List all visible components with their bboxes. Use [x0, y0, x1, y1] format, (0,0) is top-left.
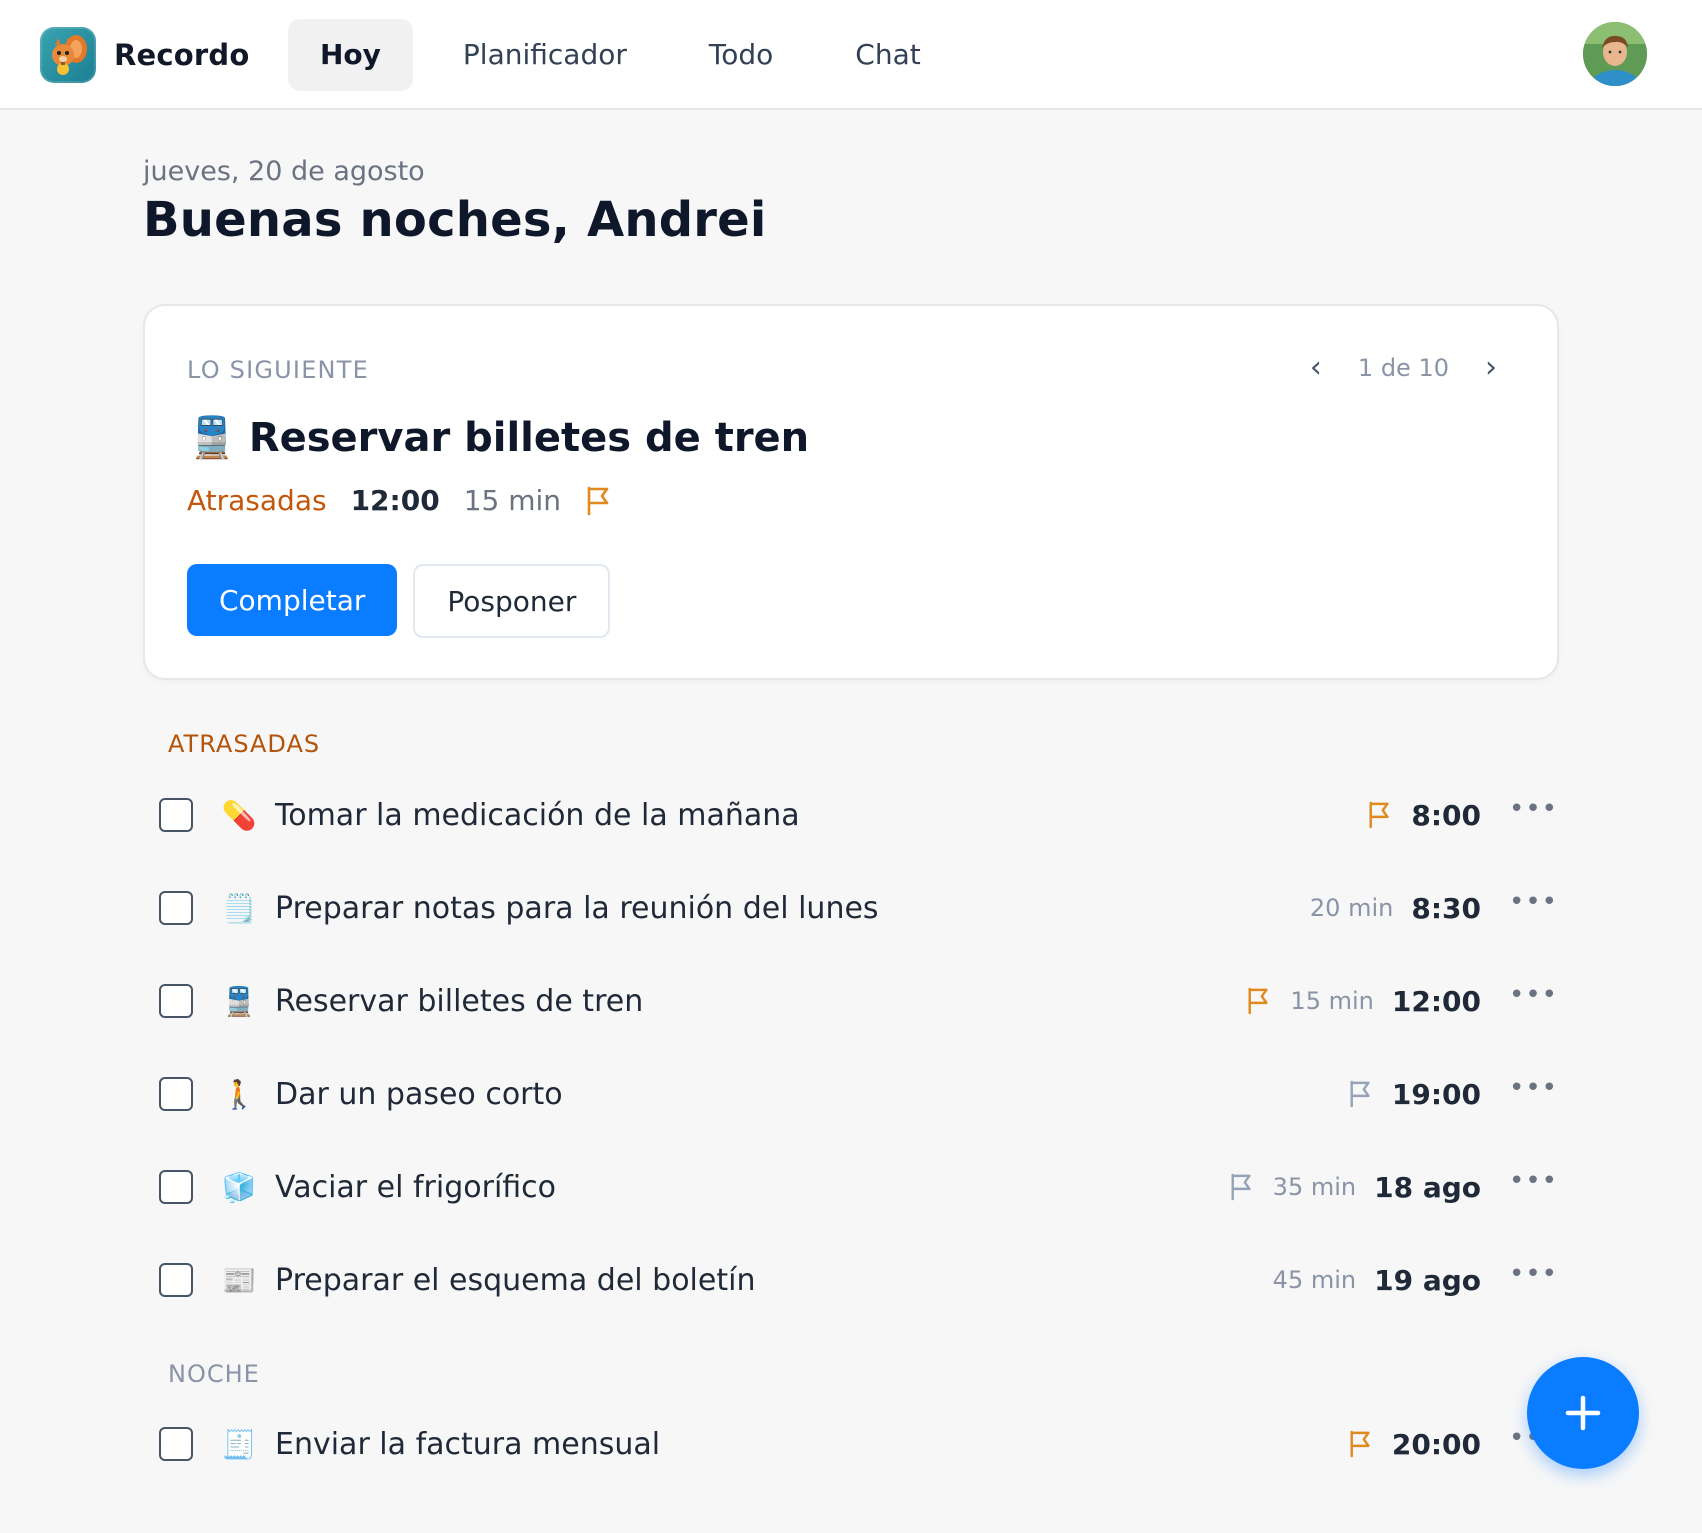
app-name: Recordo	[114, 38, 250, 72]
task-row[interactable]: 💊 Tomar la medicación de la mañana 8:00 …	[159, 785, 1557, 845]
newspaper-icon: 📰	[221, 1263, 257, 1297]
flag-icon[interactable]	[1348, 1080, 1374, 1108]
tab-todo[interactable]: Todo	[677, 19, 805, 91]
task-meta: 20 min 8:30	[1310, 892, 1481, 925]
task-time: 8:30	[1411, 891, 1481, 925]
ice-cube-icon: 🧊	[221, 1170, 257, 1204]
avatar[interactable]	[1583, 22, 1647, 86]
chevron-right-icon[interactable]: ›	[1479, 350, 1503, 385]
flag-icon[interactable]	[1348, 1430, 1374, 1458]
task-row[interactable]: 🧾 Enviar la factura mensual 20:00 •••	[159, 1414, 1557, 1474]
task-checkbox[interactable]	[159, 1170, 193, 1204]
pill-icon: 💊	[221, 798, 257, 832]
task-checkbox[interactable]	[159, 891, 193, 925]
task-row[interactable]: 📰 Preparar el esquema del boletín 45 min…	[159, 1250, 1557, 1310]
task-row[interactable]: 🚶 Dar un paseo corto 19:00 •••	[159, 1064, 1557, 1124]
next-task-actions: Completar Posponer	[187, 564, 611, 638]
next-up-pager: ‹ 1 de 10 ›	[1304, 350, 1503, 385]
section-night-label: NOCHE	[168, 1360, 260, 1388]
pager-count: 1 de 10	[1357, 353, 1449, 382]
chevron-left-icon[interactable]: ‹	[1304, 350, 1328, 385]
more-horizontal-icon[interactable]: •••	[1509, 794, 1557, 824]
brand[interactable]: Recordo	[40, 27, 250, 83]
task-checkbox[interactable]	[159, 1263, 193, 1297]
task-row[interactable]: 🚆 Reservar billetes de tren 15 min 12:00…	[159, 971, 1557, 1031]
more-horizontal-icon[interactable]: •••	[1509, 980, 1557, 1010]
more-horizontal-icon[interactable]: •••	[1509, 1259, 1557, 1289]
page-title: Buenas noches, Andrei	[143, 192, 767, 248]
next-up-label: LO SIGUIENTE	[187, 356, 369, 384]
next-task-title: 🚆 Reservar billetes de tren	[187, 414, 810, 462]
flag-icon[interactable]	[1367, 801, 1393, 829]
task-meta: 19:00	[1348, 1078, 1481, 1111]
tab-hoy[interactable]: Hoy	[288, 19, 413, 91]
task-meta: 35 min 18 ago	[1229, 1171, 1481, 1204]
next-task-title-text: Reservar billetes de tren	[248, 414, 810, 461]
task-title: Dar un paseo corto	[275, 1076, 563, 1112]
status-badge: Atrasadas	[187, 484, 327, 517]
complete-button[interactable]: Completar	[187, 564, 398, 636]
task-title: Tomar la medicación de la mañana	[275, 797, 800, 833]
task-time: 8:00	[1411, 798, 1481, 832]
tab-planificador[interactable]: Planificador	[431, 19, 659, 91]
train-icon: 🚆	[187, 415, 237, 461]
walking-person-icon: 🚶	[221, 1077, 257, 1111]
task-row[interactable]: 🧊 Vaciar el frigorífico 35 min 18 ago ••…	[159, 1157, 1557, 1217]
section-overdue-label: ATRASADAS	[168, 730, 321, 758]
task-checkbox[interactable]	[159, 798, 193, 832]
task-duration: 15 min	[1290, 987, 1374, 1015]
top-bar: Recordo Hoy Planificador Todo Chat	[0, 0, 1702, 110]
task-duration: 45 min	[1272, 1266, 1357, 1294]
task-time: 20:00	[1391, 1427, 1481, 1461]
main-nav: Hoy Planificador Todo Chat	[288, 19, 953, 91]
receipt-icon: 🧾	[221, 1427, 257, 1461]
task-title: Preparar el esquema del boletín	[275, 1262, 756, 1298]
task-meta: 20:00	[1348, 1428, 1481, 1461]
more-horizontal-icon[interactable]: •••	[1509, 1073, 1557, 1103]
task-row[interactable]: 🗒️ Preparar notas para la reunión del lu…	[159, 878, 1557, 938]
task-meta: 15 min 12:00	[1246, 985, 1481, 1018]
task-meta: 8:00	[1367, 799, 1481, 832]
more-horizontal-icon[interactable]: •••	[1509, 1166, 1557, 1196]
task-meta: 45 min 19 ago	[1273, 1264, 1481, 1297]
task-time: 19:00	[1391, 1077, 1481, 1111]
train-icon: 🚆	[221, 984, 257, 1018]
plus-icon	[1565, 1395, 1601, 1431]
task-duration: 20 min	[1309, 894, 1394, 922]
task-time: 12:00	[1391, 984, 1481, 1018]
task-title: Vaciar el frigorífico	[275, 1169, 557, 1205]
task-time: 19 ago	[1374, 1263, 1481, 1297]
more-horizontal-icon[interactable]: •••	[1509, 887, 1557, 917]
add-task-button[interactable]	[1527, 1357, 1639, 1469]
notepad-icon: 🗒️	[221, 891, 257, 925]
task-checkbox[interactable]	[159, 1427, 193, 1461]
task-title: Preparar notas para la reunión del lunes	[275, 890, 879, 926]
task-checkbox[interactable]	[159, 1077, 193, 1111]
flag-icon[interactable]	[1229, 1173, 1255, 1201]
next-task-duration: 15 min	[463, 484, 562, 517]
postpone-button[interactable]: Posponer	[413, 564, 611, 638]
next-up-card: LO SIGUIENTE ‹ 1 de 10 › 🚆 Reservar bill…	[143, 304, 1559, 680]
task-checkbox[interactable]	[159, 984, 193, 1018]
date-label: jueves, 20 de agosto	[143, 156, 425, 187]
squirrel-logo-icon	[40, 27, 96, 83]
next-task-time: 12:00	[350, 484, 440, 517]
task-title: Enviar la factura mensual	[275, 1426, 661, 1462]
task-time: 18 ago	[1374, 1170, 1481, 1204]
task-duration: 35 min	[1272, 1173, 1357, 1201]
flag-icon[interactable]	[1246, 987, 1272, 1015]
flag-icon[interactable]	[585, 486, 613, 516]
tab-chat[interactable]: Chat	[823, 19, 952, 91]
task-title: Reservar billetes de tren	[275, 983, 644, 1019]
next-task-meta: Atrasadas 12:00 15 min	[187, 484, 613, 517]
